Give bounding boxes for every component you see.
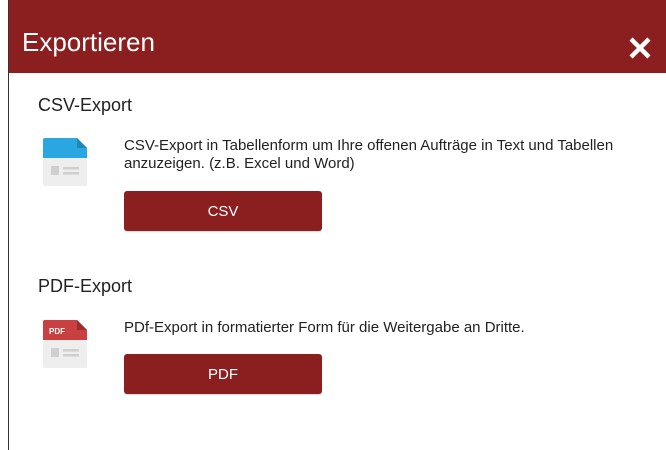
csv-export-button[interactable]: CSV (124, 191, 322, 231)
dialog-title: Exportieren (22, 27, 155, 57)
dialog-header: Exportieren (9, 0, 666, 73)
close-icon[interactable] (625, 33, 655, 63)
csv-section-title: CSV-Export (38, 95, 133, 115)
pdf-export-button[interactable]: PDF (124, 354, 322, 394)
export-dialog: Exportieren CSV-Export CSV-Export in Tab… (8, 0, 666, 450)
pdf-section-title: PDF-Export (38, 276, 133, 296)
pdf-icon-label: PDF (49, 327, 65, 336)
csv-file-icon (43, 138, 87, 186)
pdf-description: PDf-Export in formatierter Form für die … (124, 319, 525, 336)
csv-description: CSV-Export in Tabellenform um Ihre offen… (124, 137, 614, 172)
pdf-file-icon: PDF (43, 320, 87, 368)
